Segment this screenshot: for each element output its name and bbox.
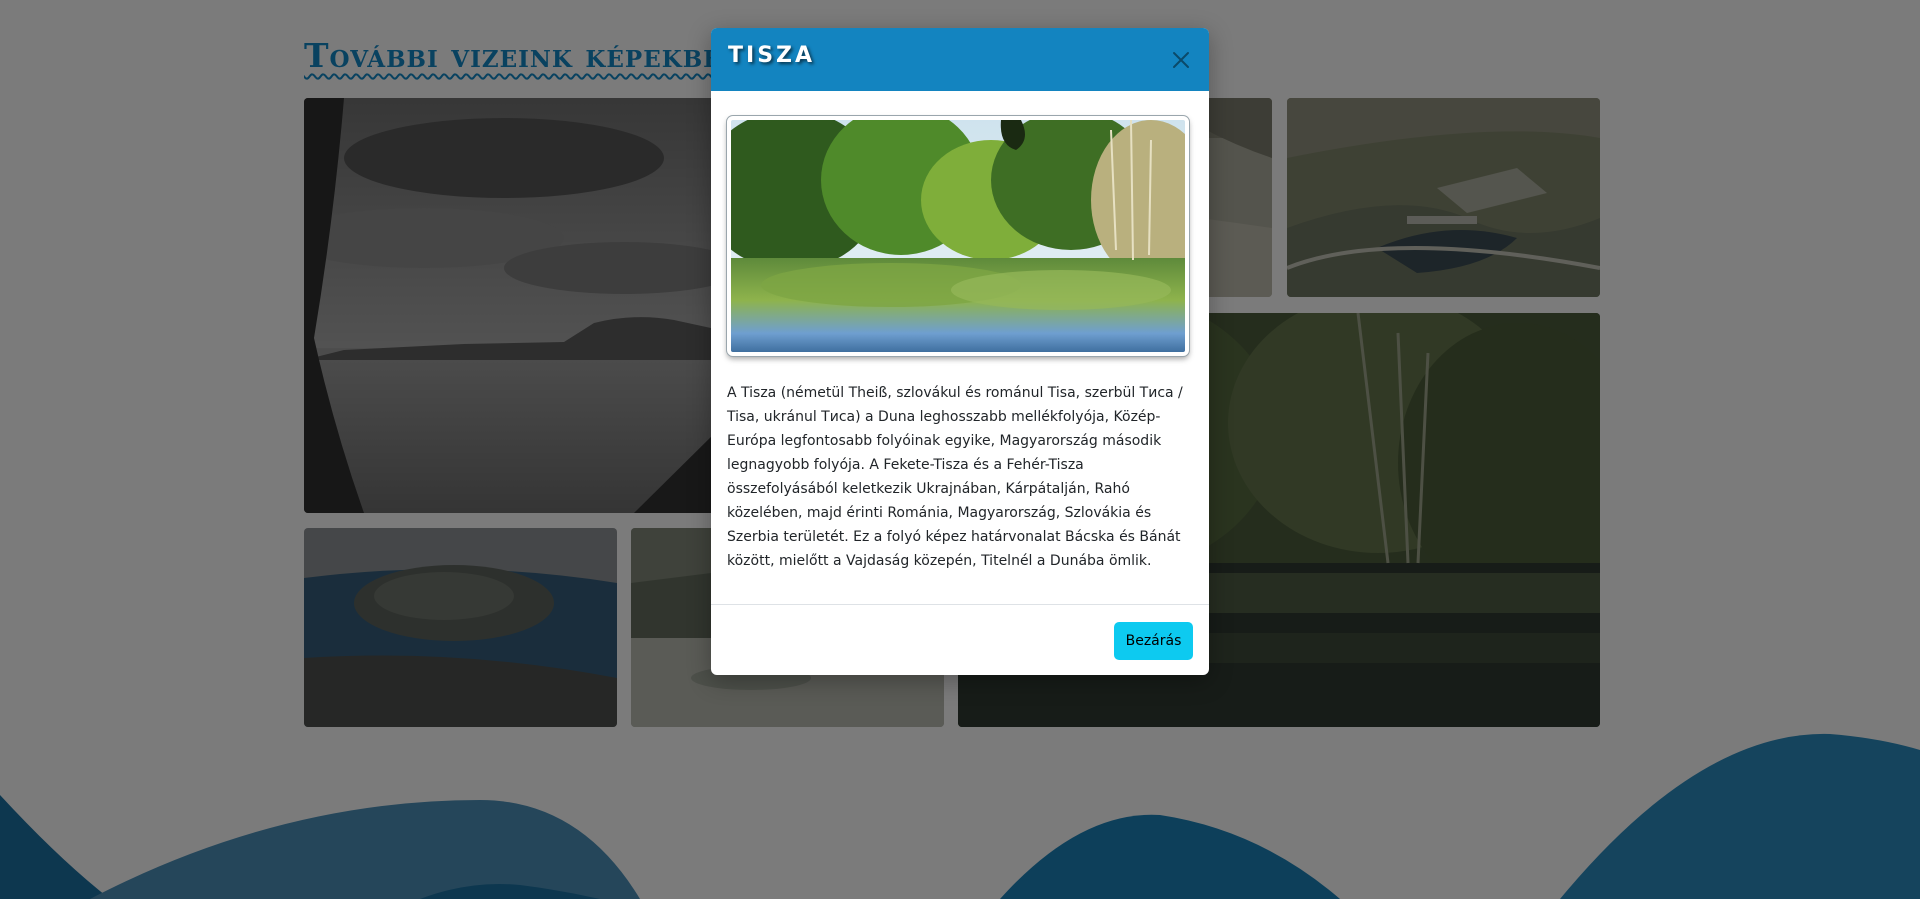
tisza-river-image xyxy=(727,116,1189,356)
close-icon xyxy=(1167,46,1195,74)
close-button[interactable] xyxy=(1167,46,1195,74)
modal-description: A Tisza (németül Theiß, szlovákul és rom… xyxy=(727,385,1183,569)
modal-header: TISZA xyxy=(711,28,1209,91)
bezaras-button[interactable]: Bezárás xyxy=(1114,622,1193,660)
modal-footer-divider xyxy=(711,604,1209,605)
modal-title: TISZA xyxy=(728,43,816,68)
tisza-modal: TISZA A Tisza (németül Theiß, szlovákul … xyxy=(711,28,1209,675)
